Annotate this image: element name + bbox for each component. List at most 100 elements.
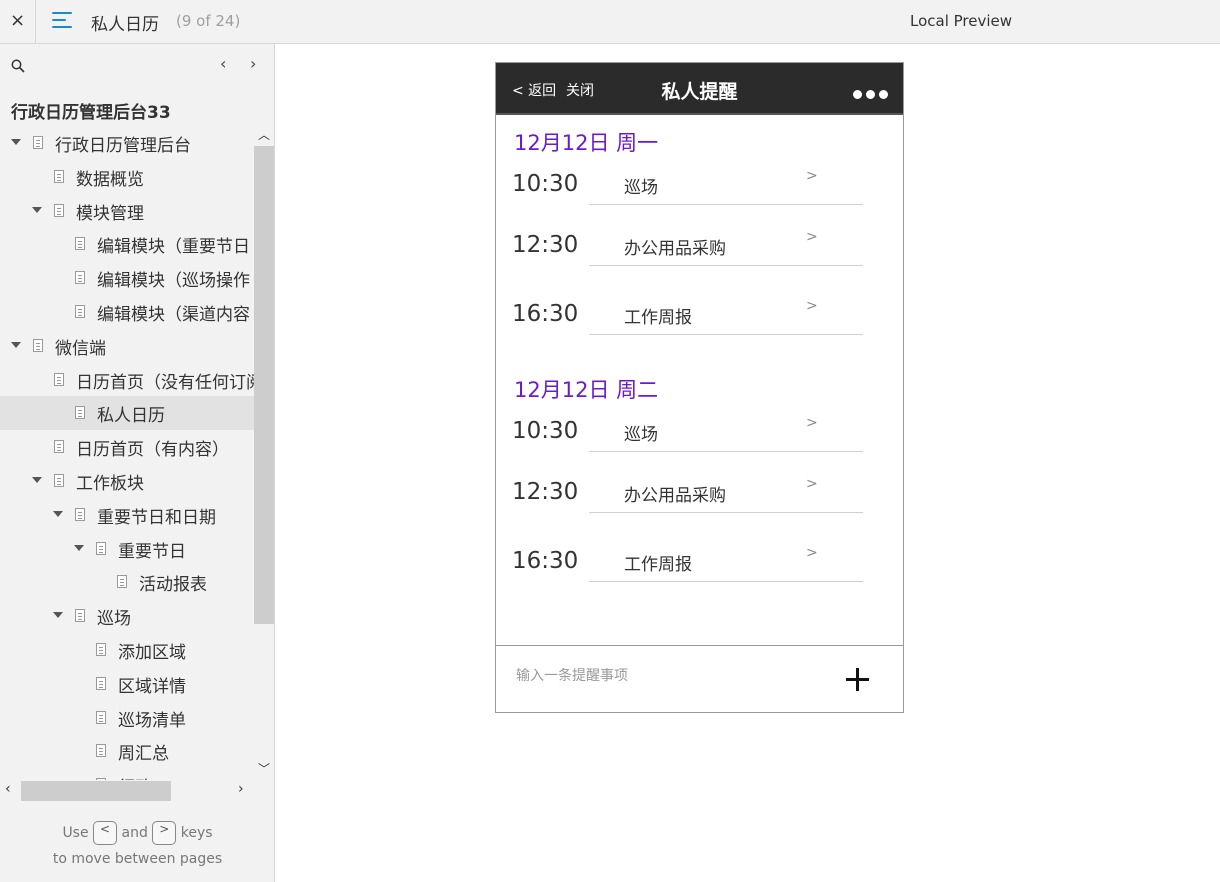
- page-icon: [33, 338, 43, 352]
- tree-item[interactable]: 数据概览: [0, 160, 254, 194]
- scroll-down-icon[interactable]: ﹀: [258, 760, 270, 777]
- page-icon: [54, 203, 64, 217]
- scroll-up-icon[interactable]: ︿: [258, 126, 270, 143]
- page-icon: [96, 643, 106, 656]
- tree-item-label: 模块管理: [76, 203, 144, 224]
- event-time: 10:30: [512, 418, 579, 444]
- tree-item[interactable]: 编辑模块（巡场操作: [0, 261, 254, 295]
- tree-item[interactable]: 添加区域: [0, 633, 254, 667]
- tree-item-label: 区域详情: [118, 676, 186, 697]
- event-title: 办公用品采购: [624, 239, 726, 259]
- event-row[interactable]: 12:30 办公用品采购 >: [496, 218, 903, 274]
- day-heading: 12月12日 周一: [514, 131, 659, 155]
- event-time: 10:30: [512, 171, 579, 197]
- event-time: 16:30: [512, 301, 579, 327]
- tree-item[interactable]: 模块管理: [0, 194, 254, 228]
- event-title: 巡场: [624, 178, 658, 198]
- tree-item[interactable]: 编辑模块（重要节日: [0, 227, 254, 261]
- event-divider: [589, 265, 863, 266]
- tree-item[interactable]: 巡场清单: [0, 701, 254, 735]
- reminder-input[interactable]: [516, 668, 816, 684]
- tree-item-label: 编辑模块（巡场操作: [97, 271, 250, 292]
- menu-icon[interactable]: [52, 11, 74, 31]
- page-icon: [75, 271, 85, 285]
- expand-caret-icon[interactable]: [11, 341, 21, 348]
- expand-caret-icon[interactable]: [11, 139, 21, 145]
- reminder-input-bar: [496, 645, 903, 712]
- tree-item[interactable]: 活动报表: [0, 565, 254, 599]
- scroll-right-icon[interactable]: ›: [238, 781, 244, 797]
- expand-caret-icon[interactable]: [53, 612, 63, 619]
- chevron-right-icon: >: [806, 545, 818, 561]
- tree-item[interactable]: 行政: [0, 768, 254, 780]
- tree-item[interactable]: 重要节日: [0, 532, 254, 566]
- vertical-scrollbar[interactable]: ︿ ﹀: [254, 126, 274, 780]
- chevron-right-icon: >: [806, 229, 818, 245]
- page-icon: [54, 474, 64, 487]
- sidebar: ‹ › 行政日历管理后台33 行政日历管理后台 数据概览 模块管理 编辑模块（重要节日…: [0, 44, 275, 882]
- hint-keys-text: keys: [180, 825, 213, 841]
- tree-item[interactable]: 日历首页（有内容）: [0, 430, 254, 464]
- scroll-left-icon[interactable]: ‹: [5, 781, 11, 797]
- prev-key-icon: <: [93, 821, 118, 845]
- page-icon: [54, 440, 64, 454]
- page-icon: [54, 372, 64, 386]
- tree-item[interactable]: 微信端: [0, 329, 254, 363]
- more-options-icon[interactable]: [853, 84, 892, 103]
- expand-caret-icon[interactable]: [53, 510, 63, 517]
- tree-item[interactable]: 私人日历: [0, 396, 254, 431]
- tree-item[interactable]: 日历首页（没有任何订阅: [0, 363, 254, 397]
- tree-item[interactable]: 重要节日和日期: [0, 498, 254, 532]
- event-row[interactable]: 16:30 工作周报 >: [496, 534, 903, 590]
- event-row[interactable]: 12:30 办公用品采购 >: [496, 465, 903, 521]
- hint-use-text: Use: [62, 825, 89, 841]
- horizontal-scroll-thumb[interactable]: [21, 781, 171, 801]
- tree-item-label: 行政日历管理后台: [55, 136, 191, 156]
- page-icon: [96, 541, 106, 555]
- search-icon[interactable]: [11, 59, 25, 73]
- page-icon: [54, 169, 64, 183]
- event-time: 12:30: [512, 479, 579, 505]
- page-icon: [96, 676, 106, 690]
- vertical-scroll-thumb[interactable]: [254, 146, 274, 624]
- add-reminder-button[interactable]: [844, 666, 872, 694]
- event-title: 巡场: [624, 425, 658, 445]
- event-row[interactable]: 16:30 工作周报 >: [496, 287, 903, 343]
- page-tree: 行政日历管理后台数据概览模块管理编辑模块（重要节日 编辑模块（巡场操作编辑模块（渠…: [0, 126, 254, 780]
- tree-item-label: 私人日历: [97, 406, 165, 427]
- phone-header: < 返回 关闭 私人提醒: [496, 63, 903, 115]
- tree-item[interactable]: 行政日历管理后台: [0, 126, 254, 160]
- tree-item-label: 日历首页（没有任何订阅: [76, 372, 254, 393]
- tree-item[interactable]: 周汇总: [0, 734, 254, 768]
- chevron-right-icon: >: [806, 298, 818, 314]
- expand-caret-icon[interactable]: [32, 206, 42, 213]
- event-row[interactable]: 10:30 巡场 >: [496, 157, 903, 213]
- tree-item-label: 添加区域: [118, 643, 186, 663]
- page-title: 私人日历: [91, 15, 159, 35]
- close-icon[interactable]: ×: [0, 0, 36, 43]
- next-page-button[interactable]: ›: [250, 54, 256, 73]
- top-bar: × 私人日历 (9 of 24) Local Preview: [0, 0, 1220, 44]
- event-divider: [589, 581, 863, 582]
- tree-item[interactable]: 巡场: [0, 599, 254, 633]
- tree-item-label: 编辑模块（重要节日: [97, 237, 250, 258]
- event-row[interactable]: 10:30 巡场 >: [496, 404, 903, 460]
- hint-line-2: to move between pages: [52, 851, 223, 867]
- tree-item[interactable]: 编辑模块（渠道内容: [0, 295, 254, 329]
- tree-item[interactable]: 区域详情: [0, 667, 254, 701]
- event-time: 16:30: [512, 548, 579, 574]
- event-title: 工作周报: [624, 555, 692, 575]
- previous-page-button[interactable]: ‹: [220, 54, 226, 73]
- keyboard-hint: Use < and > keys to move between pages: [0, 820, 275, 872]
- page-icon: [33, 136, 43, 149]
- tree-item-label: 周汇总: [118, 744, 169, 765]
- expand-caret-icon[interactable]: [32, 477, 42, 483]
- tree-item-label: 行政: [118, 773, 152, 780]
- page-icon: [96, 744, 106, 758]
- expand-caret-icon[interactable]: [74, 544, 84, 551]
- horizontal-scrollbar[interactable]: ‹ ›: [0, 780, 254, 802]
- tree-item[interactable]: 工作板块: [0, 464, 254, 498]
- next-key-icon: >: [152, 821, 177, 845]
- tree-item-label: 工作板块: [76, 474, 144, 494]
- page-icon: [75, 609, 85, 623]
